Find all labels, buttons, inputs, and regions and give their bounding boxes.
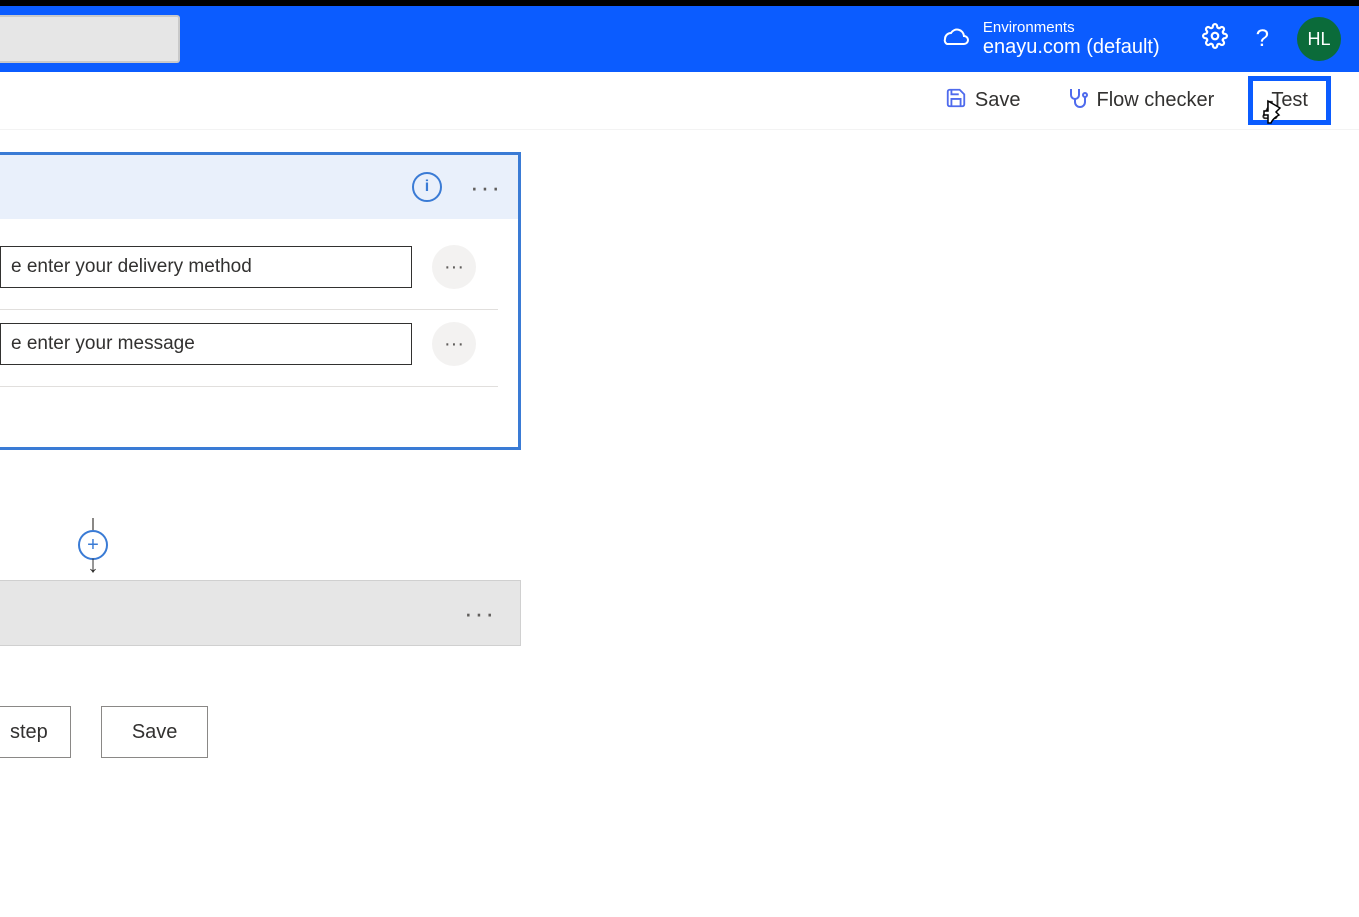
test-button[interactable]: Test (1248, 76, 1331, 125)
top-nav-bar: Environments enayu.com (default) ? HL (0, 6, 1359, 72)
step-connector: + ↓ (78, 518, 108, 572)
message-input[interactable] (0, 323, 412, 365)
card-menu-icon[interactable]: ··· (464, 598, 496, 629)
delivery-method-input[interactable] (0, 246, 412, 288)
card-menu-icon[interactable]: ··· (470, 172, 502, 203)
field-menu-icon[interactable]: ··· (432, 245, 476, 289)
search-slot[interactable] (0, 15, 180, 63)
save-flow-button[interactable]: Save (101, 706, 209, 758)
input-row-2: ··· (0, 310, 498, 387)
save-button[interactable]: Save (935, 81, 1031, 121)
flow-checker-label: Flow checker (1097, 89, 1215, 112)
save-icon (945, 87, 967, 115)
trigger-card: i ··· ··· ··· (0, 152, 521, 450)
field-menu-icon[interactable]: ··· (432, 322, 476, 366)
canvas-bottom-actions: step Save (0, 706, 208, 758)
help-icon[interactable]: ? (1256, 25, 1269, 53)
input-row-1: ··· (0, 233, 498, 310)
second-step-card[interactable]: ··· (0, 580, 521, 646)
environment-label: Environments (983, 20, 1160, 35)
flow-canvas[interactable]: i ··· ··· ··· + ↓ ··· step Save (0, 130, 1359, 911)
stethoscope-icon (1065, 86, 1089, 116)
user-avatar[interactable]: HL (1297, 17, 1341, 61)
new-step-button[interactable]: step (0, 706, 71, 758)
trigger-card-body: ··· ··· (0, 219, 518, 447)
flow-action-bar: Save Flow checker Test (0, 72, 1359, 130)
trigger-card-header[interactable]: i ··· (0, 155, 518, 219)
save-label: Save (975, 89, 1021, 112)
settings-icon[interactable] (1202, 23, 1228, 56)
arrow-down-icon: ↓ (87, 558, 99, 572)
environment-switcher[interactable]: Environments enayu.com (default) (983, 20, 1160, 59)
flow-checker-button[interactable]: Flow checker (1055, 80, 1225, 122)
environment-icon (941, 25, 969, 53)
info-icon[interactable]: i (412, 172, 442, 202)
environment-name: enayu.com (default) (983, 35, 1160, 59)
